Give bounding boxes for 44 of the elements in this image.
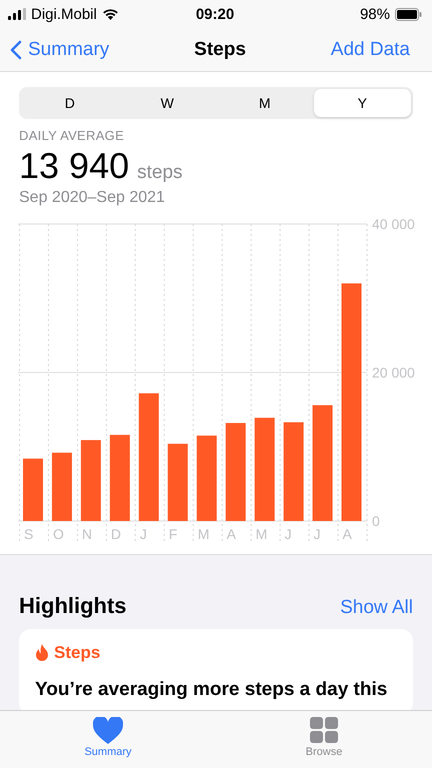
wifi-icon [102,8,119,20]
daily-average-caption: DAILY AVERAGE [19,128,126,143]
axis-label: D [110,526,121,542]
axis-label: F [168,526,178,542]
card-title: Steps [54,643,100,663]
chevron-left-icon [10,40,22,60]
grid-icon [310,717,338,744]
tab-bar-item[interactable]: Summary [63,711,153,768]
period-segment[interactable]: Y [314,89,411,117]
period-segment[interactable]: W [118,89,216,117]
tab-bar-item[interactable]: Browse [279,711,369,768]
clock-time: 09:20 [196,6,234,22]
axis-label: S [24,526,34,542]
battery-percent: 98% [360,6,390,22]
axis-label: O [52,526,64,542]
highlights-heading: Highlights [19,593,127,619]
heart-icon [93,717,123,744]
axis-tick-label: 40 000 [372,217,415,232]
highlight-text: You’re averaging more steps a day this [35,679,388,701]
period-segment[interactable]: M [216,89,314,117]
axis-label: J [314,526,321,542]
chart-bar [23,458,43,521]
flame-icon [35,644,49,662]
add-data-link[interactable]: Add Data [330,38,410,60]
battery-icon [395,8,422,20]
axis-label: N [82,526,92,542]
back-link[interactable]: Summary [10,38,110,60]
signal-icon [8,8,26,20]
axis-label: J [284,526,292,542]
axis-label: A [226,526,236,542]
carrier-name: Digi.Mobil [31,6,97,22]
axis-tick-label: 0 [372,513,380,529]
average-unit: steps [137,162,183,184]
show-all-link[interactable]: Show All [340,597,413,619]
axis-tick-label: 20 000 [372,364,415,380]
axis-label: M [198,526,210,542]
axis-label: M [256,526,268,542]
axis-label: J [140,526,147,542]
axis-label: A [342,526,352,542]
date-range: Sep 2020–Sep 2021 [19,189,166,207]
nav-title: Steps [194,38,246,60]
chart-bar [52,452,72,521]
average-value: 13 940 [19,145,130,187]
period-segment[interactable]: D [21,89,118,117]
